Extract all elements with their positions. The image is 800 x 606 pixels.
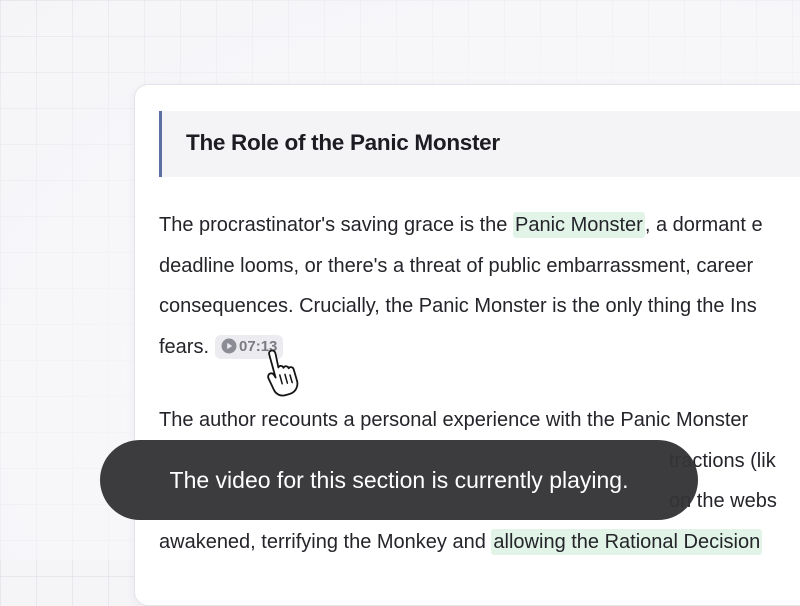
paragraph-1-line-3: consequences. Crucially, the Panic Monst… (159, 295, 757, 317)
paragraph-2-line-1: The author recounts a personal experienc… (159, 409, 749, 431)
paragraph-1-line-1: The procrastinator's saving grace is the… (159, 212, 763, 238)
paragraph-1-line-2: deadline looms, or there's a threat of p… (159, 254, 754, 277)
paragraph-1: The procrastinator's saving grace is the… (159, 205, 800, 367)
play-circle-icon (221, 338, 237, 353)
paragraph-2-line-4: awakened, terrifying the Monkey and allo… (159, 528, 763, 555)
toast-message: The video for this section is currently … (169, 467, 629, 493)
section-title: The Role of the Panic Monster (186, 130, 500, 155)
paragraph-1-line-4: fears. 07:13 (159, 327, 800, 368)
highlighted-phrase[interactable]: allowing the Rational Decision (491, 528, 763, 555)
hand-pointer-icon (267, 349, 299, 397)
highlighted-term[interactable]: Panic Monster (512, 212, 645, 238)
toast-notification: The video for this section is currently … (100, 440, 698, 520)
section-header: The Role of the Panic Monster (159, 111, 800, 177)
summary-card: The Role of the Panic Monster The procra… (134, 84, 800, 606)
